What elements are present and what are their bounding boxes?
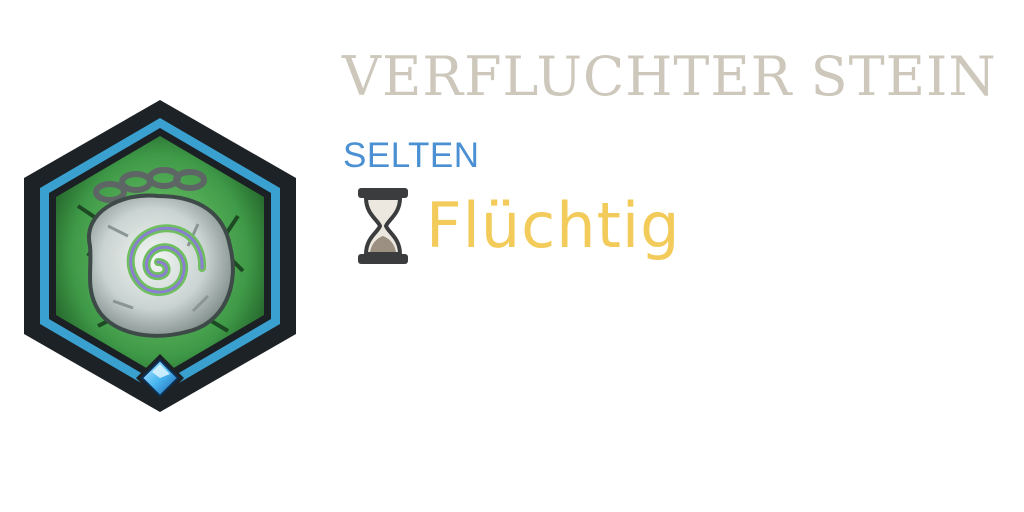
- cursed-stone-icon: [18, 96, 302, 416]
- duration-label: Flüchtig: [426, 189, 681, 262]
- item-name: VERFLUCHTER STEIN: [342, 45, 997, 108]
- item-tooltip: VERFLUCHTER STEIN SELTEN Flüchtig: [0, 0, 1024, 512]
- item-duration: Flüchtig: [356, 186, 680, 266]
- hourglass-icon: [356, 186, 410, 266]
- item-rarity: SELTEN: [343, 136, 480, 175]
